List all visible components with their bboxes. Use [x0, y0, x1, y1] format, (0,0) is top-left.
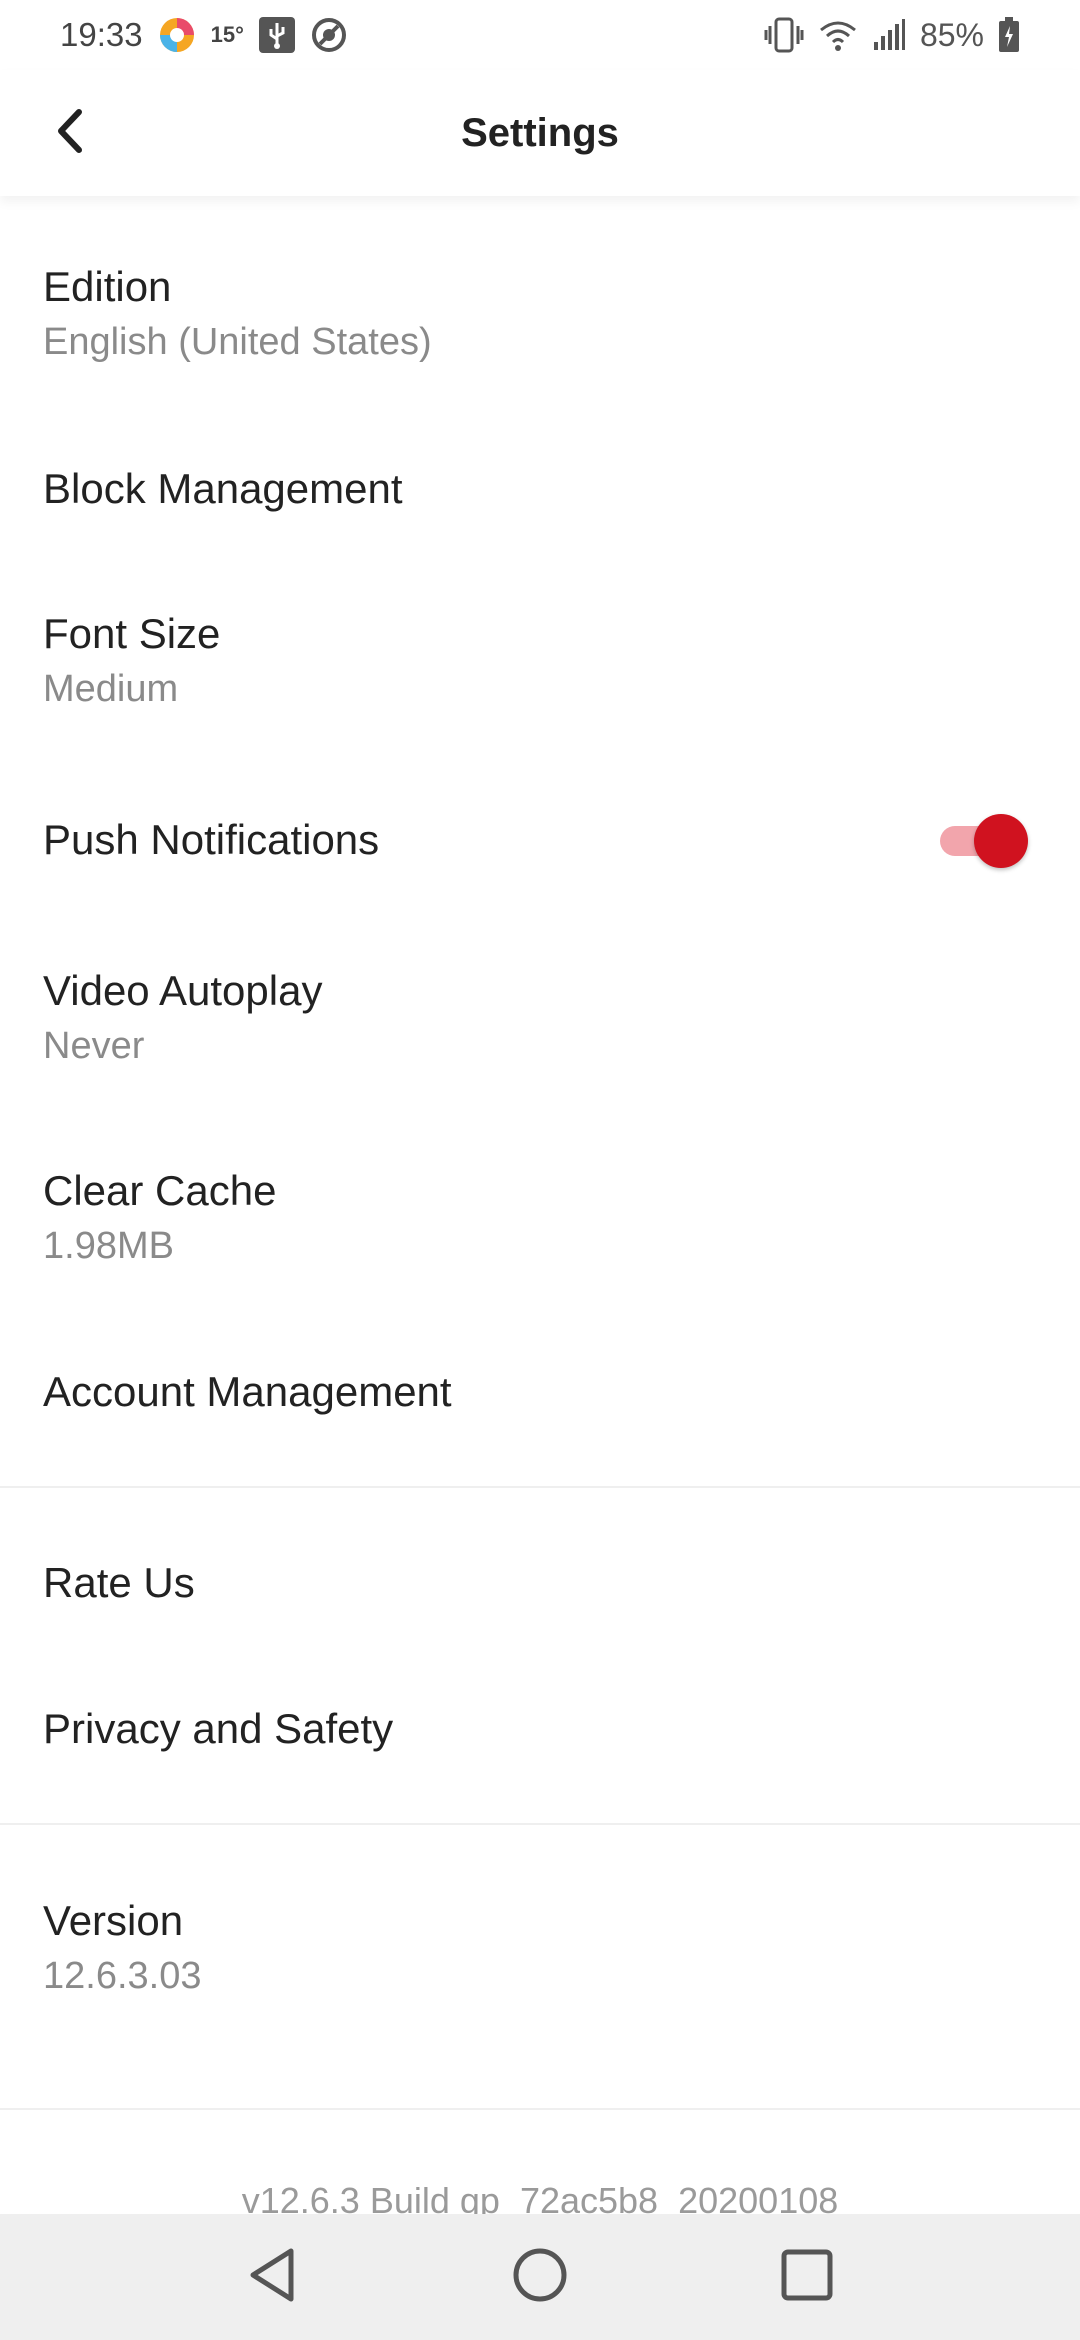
setting-title: Push Notifications: [43, 816, 380, 863]
no-disturb-icon: [310, 16, 348, 54]
status-right: 85%: [764, 16, 1020, 54]
setting-title: Privacy and Safety: [43, 1705, 394, 1752]
divider: [0, 1486, 1080, 1488]
setting-value: 12.6.3.03: [43, 1955, 202, 1998]
battery-percent: 85%: [919, 16, 984, 53]
setting-value: Medium: [43, 668, 179, 711]
setting-title: Video Autoplay: [43, 967, 323, 1014]
usb-icon: [258, 16, 296, 54]
setting-title: Clear Cache: [43, 1167, 277, 1214]
setting-privacy-safety[interactable]: Privacy and Safety: [0, 1704, 1080, 1754]
status-bar: 19:33 15° 85%: [0, 0, 1080, 70]
nav-home-button[interactable]: [500, 2237, 580, 2317]
setting-push-notifications[interactable]: Push Notifications: [0, 815, 1080, 865]
status-time: 19:33: [60, 16, 143, 53]
setting-title: Rate Us: [43, 1559, 195, 1606]
nav-recents-button[interactable]: [767, 2237, 847, 2317]
app-bar: Settings: [0, 70, 1080, 196]
battery-icon: [998, 17, 1020, 53]
setting-edition[interactable]: Edition English (United States): [0, 262, 1080, 366]
divider: [0, 2108, 1080, 2110]
setting-title: Account Management: [43, 1368, 452, 1415]
status-temperature: 15°: [210, 22, 244, 47]
toggle-thumb: [974, 814, 1028, 868]
push-notifications-toggle[interactable]: [940, 812, 1028, 868]
setting-font-size[interactable]: Font Size Medium: [0, 609, 1080, 713]
divider: [0, 1823, 1080, 1825]
settings-screen: 19:33 15° 85% Settings Edition English (…: [0, 0, 1080, 2340]
setting-value: 1.98MB: [43, 1225, 174, 1268]
setting-clear-cache[interactable]: Clear Cache 1.98MB: [0, 1166, 1080, 1270]
status-left: 19:33 15°: [60, 15, 348, 55]
setting-value: Never: [43, 1025, 145, 1068]
weather-app-icon: [157, 15, 197, 55]
nav-back-button[interactable]: [233, 2237, 313, 2317]
setting-title: Edition: [43, 263, 172, 310]
recents-square-icon: [779, 2247, 835, 2308]
setting-rate-us[interactable]: Rate Us: [0, 1558, 1080, 1608]
system-nav-bar: [0, 2214, 1080, 2340]
home-circle-icon: [510, 2245, 570, 2310]
wifi-icon: [818, 18, 858, 52]
setting-account-management[interactable]: Account Management: [0, 1367, 1080, 1417]
setting-title: Block Management: [43, 465, 403, 512]
setting-title: Font Size: [43, 610, 221, 657]
page-title: Settings: [461, 110, 619, 155]
signal-icon: [872, 18, 906, 52]
setting-video-autoplay[interactable]: Video Autoplay Never: [0, 966, 1080, 1070]
setting-value: English (United States): [43, 321, 432, 364]
back-triangle-icon: [245, 2245, 301, 2310]
setting-title: Version: [43, 1897, 184, 1944]
setting-version: Version 12.6.3.03: [0, 1896, 1080, 2000]
setting-block-management[interactable]: Block Management: [0, 464, 1080, 514]
vibrate-icon: [764, 16, 804, 54]
